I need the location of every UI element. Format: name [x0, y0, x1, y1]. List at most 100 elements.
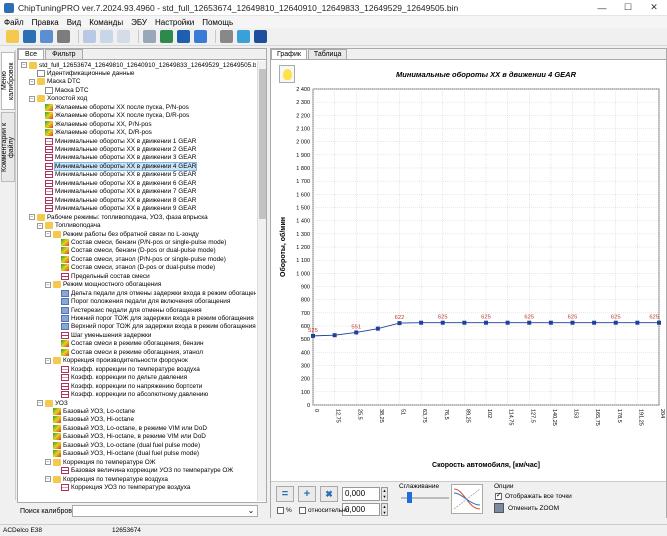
search-input[interactable] [72, 505, 258, 517]
tree-expander-icon[interactable]: − [29, 78, 35, 85]
tree-item[interactable]: − Маска DTC [29, 78, 81, 86]
tree-item[interactable]: Предельный состав смеси [53, 272, 150, 280]
tree-item[interactable]: Базовый УОЗ, Hi-octane, в режиме VIM или… [45, 433, 206, 441]
tree-expander-icon[interactable]: − [29, 95, 35, 102]
tree-item[interactable]: Минимальные обороты ХХ в движении 4 GEAR [37, 161, 198, 171]
tab-all[interactable]: Все [18, 49, 45, 59]
paste-icon[interactable] [100, 30, 113, 43]
tree-item[interactable]: Минимальные обороты ХХ в движении 7 GEAR [37, 188, 196, 196]
tab-table[interactable]: Таблица [307, 49, 348, 59]
compare-icon[interactable] [143, 30, 156, 43]
tree-expander-icon[interactable]: − [45, 459, 51, 466]
tools-icon[interactable] [220, 30, 233, 43]
tree-item[interactable]: Коррекция УОЗ по температуре воздуха [53, 484, 190, 492]
tree-item[interactable]: − Коррекция по температуре воздуха [45, 475, 168, 483]
tree-item[interactable]: − Холостой ход [29, 95, 87, 103]
tree-item[interactable]: Минимальные обороты ХХ в движении 6 GEAR [37, 179, 196, 187]
percent-checkbox[interactable] [277, 507, 284, 514]
tree-expander-icon[interactable]: − [45, 476, 51, 483]
save-icon[interactable] [23, 30, 36, 43]
tree-expander-icon[interactable]: − [37, 222, 43, 229]
tree-item[interactable]: Шаг уменьшения задержки [53, 331, 151, 339]
relative-checkbox[interactable] [299, 507, 306, 514]
tree-item[interactable]: Желаемые обороты ХХ, P/N-pos [37, 120, 152, 128]
tree-scrollbar[interactable] [257, 61, 266, 501]
tree-expander-icon[interactable]: − [37, 400, 43, 406]
tree-item[interactable]: Коэфф. коррекции по температуре воздуха [53, 365, 200, 373]
menu-file[interactable]: Файл [4, 18, 24, 27]
search-dropdown-icon[interactable]: ⌄ [245, 506, 257, 516]
tree-item[interactable]: Дельта педали для отмены задержки входа … [53, 289, 256, 297]
tree-expander-icon[interactable]: − [29, 214, 35, 221]
open-folder-icon[interactable] [6, 30, 19, 43]
tree-expander-icon[interactable]: − [45, 281, 51, 288]
tab-graph[interactable]: График [271, 49, 307, 59]
tree-item[interactable]: Базовый УОЗ, Lo-octane [45, 407, 135, 415]
highlight-toggle-button[interactable] [279, 65, 295, 83]
tree-item[interactable]: − Режим мощностного обогащения [45, 281, 161, 289]
tree-item[interactable]: − УОЗ [37, 399, 68, 407]
tree-expander-icon[interactable]: − [45, 357, 51, 364]
tab-filter[interactable]: Фильтр [45, 49, 83, 59]
value-spinner-2[interactable]: ▲ ▼ [381, 503, 388, 516]
tree-item[interactable]: − std_full_12653674_12649810_12640910_126… [21, 61, 256, 69]
tree-item[interactable]: Желаемые обороты ХХ после пуска, D/R-pos [37, 112, 189, 120]
tree-item[interactable]: Минимальные обороты ХХ в движении 1 GEAR [37, 137, 196, 145]
tree-expander-icon[interactable]: − [45, 231, 51, 237]
menu-commands[interactable]: Команды [89, 18, 123, 27]
multiply-value-button[interactable]: ✖ [320, 486, 338, 502]
smoothing-slider-thumb[interactable] [407, 492, 412, 503]
value-spinner-1[interactable]: ▲ ▼ [381, 487, 388, 501]
tree-item[interactable]: Нижний порог ТОЖ для задержки входа в ре… [53, 315, 254, 323]
tree-item[interactable]: Базовый УОЗ, Lo-octane, в режиме VIM или… [45, 424, 207, 432]
tree-item[interactable]: Состав смеси, бензин (P/N-pos or single-… [53, 238, 226, 246]
tab-calibration-menu[interactable]: Меню калибровок [1, 52, 15, 110]
update-icon[interactable] [237, 30, 250, 43]
menu-help[interactable]: Помощь [202, 18, 233, 27]
tree-item[interactable]: Порог положения педали для включения обо… [53, 298, 230, 306]
tree-item[interactable]: Гистерезис педали для отмены обогащения [53, 306, 202, 314]
close-button[interactable]: ✕ [641, 0, 667, 16]
cancel-zoom-button[interactable]: Отменить ZOOM [508, 505, 559, 512]
menu-view[interactable]: Вид [67, 18, 81, 27]
tree-item[interactable]: Желаемые обороты ХХ, D/R-pos [37, 129, 152, 137]
tree-item[interactable]: − Коррекция производительности форсунок [45, 357, 188, 365]
print-icon[interactable] [57, 30, 70, 43]
menu-edit[interactable]: Правка [32, 18, 59, 27]
tree-item[interactable]: Желаемые обороты ХХ после пуска, P/N-pos [37, 103, 189, 111]
tree-item[interactable]: − Топливоподача [37, 222, 101, 230]
info-icon[interactable] [194, 30, 207, 43]
tree-item[interactable]: Маска DTC [37, 86, 89, 94]
navigate-icon[interactable] [177, 30, 190, 43]
tree-item[interactable]: − Режим работы без обратной связи по L-зо… [45, 230, 199, 238]
tree-item[interactable]: Состав смеси, бензин (D-pos or dual-puls… [53, 247, 216, 255]
show-all-points-checkbox[interactable] [495, 491, 502, 500]
add-value-button[interactable]: + [298, 486, 316, 502]
tree-item[interactable]: Базовая величина коррекции УОЗ по темпер… [53, 467, 233, 475]
tree-scrollbar-thumb[interactable] [259, 69, 266, 219]
value-input-1[interactable]: 0,000 [342, 487, 380, 501]
copy-icon[interactable] [83, 30, 96, 43]
tree-item[interactable]: Базовый УОЗ, Hi-octane (dual fuel pulse … [45, 450, 199, 458]
tree-item[interactable]: Минимальные обороты ХХ в движении 8 GEAR [37, 196, 196, 204]
save-as-icon[interactable] [40, 30, 53, 43]
tree-item[interactable]: Коэфф. коррекции по дельте давления [53, 374, 187, 382]
tree-item[interactable]: Базовый УОЗ, Lo-octane (dual fuel pulse … [45, 441, 200, 449]
tree-item[interactable]: − Рабочие режимы: топливоподача, УОЗ, фаз… [29, 213, 208, 221]
tree-item[interactable]: Идентификационные данные [29, 69, 134, 77]
tree-item[interactable]: Минимальные обороты ХХ в движении 5 GEAR [37, 171, 196, 179]
chart-area[interactable]: Минимальные обороты ХХ в движении 4 GEAR… [271, 63, 666, 477]
tree-item[interactable]: Коэфф. коррекции по напряжению бортсети [53, 382, 202, 390]
tree-item[interactable]: Состав смеси в режиме обогащения, бензин [53, 340, 203, 348]
tree-item[interactable]: − Коррекция по температуре ОЖ [45, 458, 156, 466]
tree-item[interactable]: Состав смеси в режиме обогащения, этанол [53, 348, 203, 356]
tree-item[interactable]: Состав смеси, этанол (P/N-pos or single-… [53, 255, 226, 263]
tab-file-comments[interactable]: Комментарии к файлу [1, 112, 15, 182]
tree-item[interactable]: Состав смеси, этанол (D-pos or dual-puls… [53, 264, 215, 272]
cut-icon[interactable] [117, 30, 130, 43]
menu-settings[interactable]: Настройки [155, 18, 194, 27]
help-icon[interactable] [254, 30, 267, 43]
menu-ecu[interactable]: ЭБУ [131, 18, 147, 27]
cancel-zoom-icon[interactable] [494, 503, 504, 513]
chart-svg[interactable]: Минимальные обороты ХХ в движении 4 GEAR… [271, 63, 666, 477]
